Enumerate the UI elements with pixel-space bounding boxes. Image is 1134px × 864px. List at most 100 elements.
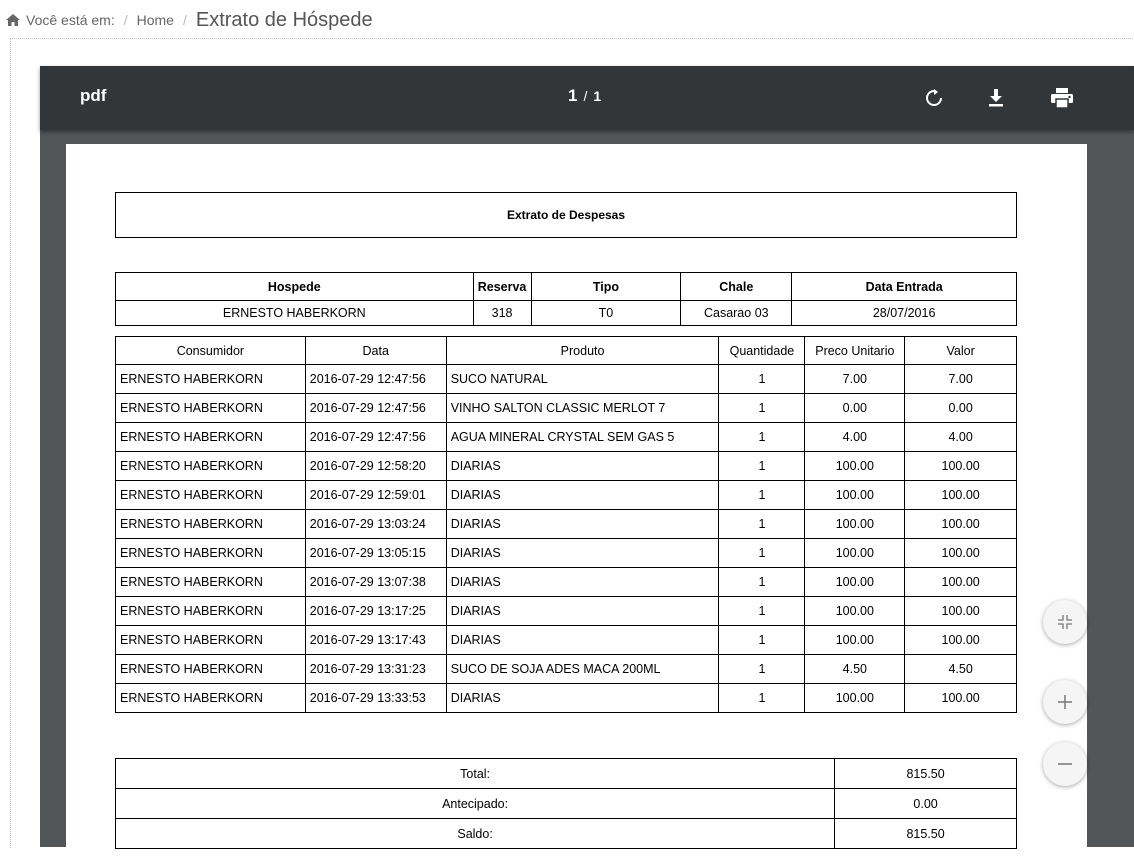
- table-cell: 100.00: [804, 567, 906, 597]
- table-row: ERNESTO HABERKORN 2016-07-29 12:59:01 DIAR…: [115, 480, 1017, 510]
- table-cell: 1: [718, 393, 806, 423]
- table-cell: ERNESTO HABERKORN: [115, 596, 306, 626]
- rotate-button[interactable]: [920, 84, 948, 112]
- column-header: Data Entrada: [791, 272, 1017, 301]
- expenses-table: Consumidor Data Produto Quantidade Preco…: [115, 336, 1017, 713]
- room-type: T0: [530, 300, 682, 326]
- table-cell: ERNESTO HABERKORN: [115, 393, 306, 423]
- pdf-viewer[interactable]: pdf 1 / 1 Extrato de Despesas Hospede Re…: [40, 66, 1134, 864]
- balance-label: Saldo:: [114, 818, 836, 849]
- advance-value: 0.00: [834, 788, 1017, 819]
- breadcrumb-separator: /: [123, 12, 128, 28]
- totals-table: Total: 815.50 Antecipado: 0.00 Saldo: 81…: [114, 758, 1017, 849]
- table-row: ERNESTO HABERKORN 2016-07-29 12:47:56 SUCO…: [115, 364, 1017, 394]
- table-cell: 7.00: [904, 364, 1017, 394]
- table-cell: 100.00: [904, 567, 1017, 597]
- table-row: ERNESTO HABERKORN 2016-07-29 12:47:56 VINH…: [115, 393, 1017, 423]
- table-cell: 2016-07-29 13:03:24: [304, 509, 447, 539]
- minus-icon: [1058, 763, 1072, 765]
- table-cell: ERNESTO HABERKORN: [115, 480, 306, 510]
- table-cell: 100.00: [804, 451, 906, 481]
- table-cell: 2016-07-29 12:58:20: [304, 451, 447, 481]
- table-cell: 1: [718, 538, 806, 568]
- page-total: 1: [593, 88, 602, 104]
- pdf-page: Extrato de Despesas Hospede Reserva Tipo…: [66, 144, 1087, 864]
- fit-page-icon: [1058, 615, 1072, 629]
- table-cell: 2016-07-29 12:47:56: [304, 422, 447, 452]
- table-cell: 2016-07-29 13:31:23: [304, 654, 447, 684]
- table-cell: 4.50: [804, 654, 906, 684]
- table-cell: SUCO DE SOJA ADES MACA 200ML: [445, 654, 720, 684]
- table-cell: DIARIAS: [445, 625, 720, 655]
- table-cell: ERNESTO HABERKORN: [115, 654, 306, 684]
- table-row: ERNESTO HABERKORN 2016-07-29 13:17:25 DIAR…: [115, 596, 1017, 626]
- column-header: Preco Unitario: [804, 336, 906, 365]
- table-cell: ERNESTO HABERKORN: [115, 422, 306, 452]
- table-cell: 100.00: [804, 509, 906, 539]
- table-row: ERNESTO HABERKORN 2016-07-29 12:58:20 DIAR…: [115, 451, 1017, 481]
- table-cell: 7.00: [804, 364, 906, 394]
- table-cell: DIARIAS: [445, 538, 720, 568]
- table-cell: VINHO SALTON CLASSIC MERLOT 7: [445, 393, 720, 423]
- breadcrumb: Você está em: / Home / Extrato de Hósped…: [6, 6, 373, 34]
- table-cell: 100.00: [904, 683, 1017, 713]
- document-title: Extrato de Despesas: [115, 192, 1017, 238]
- zoom-in-button[interactable]: [1043, 680, 1087, 724]
- download-button[interactable]: [982, 84, 1010, 112]
- table-cell: 100.00: [804, 625, 906, 655]
- table-cell: 1: [718, 364, 806, 394]
- table-cell: ERNESTO HABERKORN: [115, 364, 306, 394]
- pdf-title: pdf: [80, 86, 107, 105]
- column-header: Hospede: [115, 272, 474, 301]
- table-cell: 0.00: [804, 393, 906, 423]
- table-cell: 100.00: [904, 596, 1017, 626]
- table-row: ERNESTO HABERKORN 2016-07-29 12:47:56 AGUA…: [115, 422, 1017, 452]
- table-cell: DIARIAS: [445, 451, 720, 481]
- table-cell: 2016-07-29 13:07:38: [304, 567, 447, 597]
- page-current[interactable]: 1: [568, 86, 577, 106]
- table-cell: 4.00: [804, 422, 906, 452]
- table-cell: ERNESTO HABERKORN: [115, 509, 306, 539]
- total-label: Total:: [114, 758, 836, 789]
- table-cell: SUCO NATURAL: [445, 364, 720, 394]
- table-cell: 100.00: [904, 480, 1017, 510]
- table-cell: 2016-07-29 13:33:53: [304, 683, 447, 713]
- fit-page-button[interactable]: [1043, 600, 1087, 644]
- balance-row: Saldo: 815.50: [114, 818, 1017, 849]
- total-row: Total: 815.50: [114, 758, 1017, 789]
- table-cell: AGUA MINERAL CRYSTAL SEM GAS 5: [445, 422, 720, 452]
- rotate-icon: [926, 89, 942, 106]
- table-row: ERNESTO HABERKORN 2016-07-29 13:05:15 DIAR…: [115, 538, 1017, 568]
- page-separator: /: [583, 88, 588, 104]
- table-cell: DIARIAS: [445, 567, 720, 597]
- table-row: ERNESTO HABERKORN 2016-07-29 13:33:53 DIAR…: [115, 683, 1017, 713]
- download-icon: [989, 89, 1003, 107]
- column-header: Consumidor: [115, 336, 306, 365]
- column-header: Data: [304, 336, 447, 365]
- home-icon: [6, 14, 20, 26]
- zoom-out-button[interactable]: [1043, 742, 1087, 786]
- table-cell: 2016-07-29 12:47:56: [304, 393, 447, 423]
- table-cell: 100.00: [804, 538, 906, 568]
- table-cell: 1: [718, 567, 806, 597]
- breadcrumb-separator: /: [182, 12, 187, 28]
- table-cell: DIARIAS: [445, 509, 720, 539]
- guest-info-header-row: Hospede Reserva Tipo Chale Data Entrada: [115, 272, 1017, 301]
- table-cell: 0.00: [904, 393, 1017, 423]
- guest-name: ERNESTO HABERKORN: [115, 300, 474, 326]
- table-cell: 100.00: [804, 480, 906, 510]
- table-cell: 1: [718, 480, 806, 510]
- column-header: Produto: [445, 336, 720, 365]
- table-row: ERNESTO HABERKORN 2016-07-29 13:31:23 SUCO…: [115, 654, 1017, 684]
- table-cell: 1: [718, 509, 806, 539]
- advance-row: Antecipado: 0.00: [114, 788, 1017, 819]
- table-cell: 2016-07-29 13:17:25: [304, 596, 447, 626]
- table-cell: ERNESTO HABERKORN: [115, 683, 306, 713]
- pdf-toolbar: pdf 1 / 1: [40, 66, 1134, 130]
- table-cell: ERNESTO HABERKORN: [115, 567, 306, 597]
- breadcrumb-home-link[interactable]: Home: [137, 12, 174, 28]
- table-cell: 100.00: [804, 596, 906, 626]
- table-row: ERNESTO HABERKORN 2016-07-29 13:17:43 DIAR…: [115, 625, 1017, 655]
- expenses-header-row: Consumidor Data Produto Quantidade Preco…: [115, 336, 1017, 365]
- print-button[interactable]: [1048, 84, 1076, 112]
